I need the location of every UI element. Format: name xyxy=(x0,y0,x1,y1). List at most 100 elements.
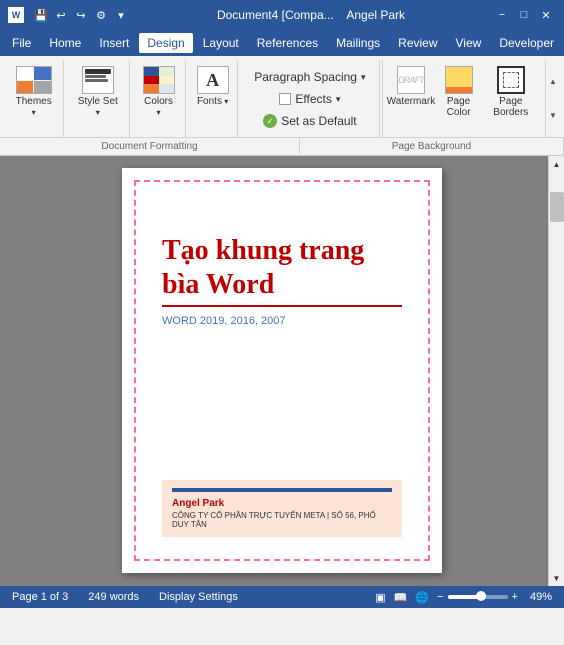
title-bar: W 💾 ↩ ↪ ⚙ ▾ Document4 [Compa... Angel Pa… xyxy=(0,0,564,30)
ss-line2 xyxy=(85,75,106,78)
fonts-button[interactable]: A Fonts xyxy=(193,62,233,109)
colors-icon-container xyxy=(143,64,175,96)
zoom-out-button[interactable]: − xyxy=(437,591,443,603)
page-indicator[interactable]: Page 1 of 3 xyxy=(8,590,72,604)
paragraph-spacing-label: Paragraph Spacing xyxy=(254,70,357,84)
menu-layout[interactable]: Layout xyxy=(195,33,247,53)
fonts-label: Fonts xyxy=(197,96,228,107)
scrollbar-thumb[interactable] xyxy=(550,192,564,222)
paragraph-spacing-arrow: ▾ xyxy=(361,72,366,83)
group-labels: Document Formatting Page Background xyxy=(0,137,564,155)
scrollbar-track[interactable] xyxy=(549,172,564,570)
menu-design[interactable]: Design xyxy=(139,33,192,53)
display-settings-button[interactable]: Display Settings xyxy=(155,590,242,604)
styleset-button[interactable]: Style Set xyxy=(72,62,123,120)
window-title: Document4 [Compa... Angel Park xyxy=(130,8,492,22)
menu-insert[interactable]: Insert xyxy=(91,33,137,53)
pb-inner xyxy=(503,72,519,88)
document-area: Tạo khung trang bìa Word WORD 2019, 2016… xyxy=(0,156,564,586)
page-color-icon-container xyxy=(443,64,475,96)
vertical-scrollbar[interactable]: ▲ ▼ xyxy=(548,156,564,586)
paragraph-spacing-button[interactable]: Paragraph Spacing ▾ xyxy=(250,66,369,88)
layout-normal-icon[interactable]: ▣ xyxy=(375,591,385,604)
status-right: ▣ 📖 🌐 − + 49% xyxy=(375,590,556,604)
menu-references[interactable]: References xyxy=(249,33,326,53)
colors-c6 xyxy=(159,84,174,93)
checkmark-icon: ✓ xyxy=(263,114,277,128)
themes-q2 xyxy=(34,67,51,80)
customize-button[interactable]: ⚙ xyxy=(92,6,110,24)
restore-button[interactable]: □ xyxy=(514,5,534,25)
colors-button[interactable]: Colors xyxy=(138,62,179,120)
ss-line3 xyxy=(85,79,108,82)
page-borders-label: Page Borders xyxy=(489,96,533,118)
scroll-down-button[interactable]: ▼ xyxy=(549,570,564,586)
zoom-track[interactable] xyxy=(448,595,508,599)
page-borders-button[interactable]: Page Borders xyxy=(485,62,537,120)
page-footer-section: Angel Park CÔNG TY CỔ PHẦN TRỰC TUYẾN ME… xyxy=(162,480,402,537)
menu-developer[interactable]: Developer xyxy=(491,33,562,53)
page-background-group: DRAFT Watermark Page Color xyxy=(382,60,543,137)
document-subtitle: WORD 2019, 2016, 2007 xyxy=(162,315,402,327)
minimize-button[interactable]: − xyxy=(492,5,512,25)
colors-c4 xyxy=(159,76,174,85)
zoom-in-button[interactable]: + xyxy=(512,591,518,603)
watermark-icon: DRAFT xyxy=(397,66,425,94)
layout-web-icon[interactable]: 🌐 xyxy=(415,591,429,604)
doc-formatting-label: Document Formatting xyxy=(0,138,300,155)
page-bg-label-bar: Page Background xyxy=(300,138,564,155)
themes-button[interactable]: Themes xyxy=(10,62,58,120)
word-count[interactable]: 249 words xyxy=(84,590,143,604)
redo-button[interactable]: ↪ xyxy=(72,6,90,24)
menu-mailings[interactable]: Mailings xyxy=(328,33,388,53)
themes-group: Themes xyxy=(4,60,64,137)
zoom-thumb[interactable] xyxy=(476,591,486,601)
menu-bar: File Home Insert Design Layout Reference… xyxy=(0,30,564,56)
layout-read-icon[interactable]: 📖 xyxy=(394,591,408,604)
menu-review[interactable]: Review xyxy=(390,33,445,53)
ribbon-scroll-up[interactable]: ▲ xyxy=(549,77,557,86)
colors-group: Colors xyxy=(132,60,186,137)
page-content: Tạo khung trang bìa Word WORD 2019, 2016… xyxy=(138,184,426,557)
set-as-default-button[interactable]: ✓ Set as Default xyxy=(259,110,360,132)
colors-row1 xyxy=(144,67,174,76)
fonts-group: A Fonts xyxy=(188,60,239,137)
colors-row2 xyxy=(144,76,174,85)
effects-label: Effects xyxy=(295,92,331,106)
ribbon-scroll-down[interactable]: ▼ xyxy=(549,111,557,120)
menu-file[interactable]: File xyxy=(4,33,39,53)
watermark-button[interactable]: DRAFT Watermark xyxy=(389,62,432,109)
save-button[interactable]: 💾 xyxy=(32,6,50,24)
zoom-level[interactable]: 49% xyxy=(526,590,556,604)
effects-arrow: ▾ xyxy=(336,94,341,105)
footer-company: CÔNG TY CỔ PHẦN TRỰC TUYẾN META | SỐ 56,… xyxy=(172,511,392,529)
colors-label: Colors xyxy=(142,96,175,118)
page-borders-icon-container xyxy=(495,64,527,96)
close-button[interactable]: ✕ xyxy=(536,5,556,25)
colors-c2 xyxy=(159,67,174,76)
menu-view[interactable]: View xyxy=(448,33,490,53)
page-color-button[interactable]: Page Color xyxy=(436,62,480,120)
fonts-icon: A xyxy=(197,66,229,94)
fonts-icon-container: A xyxy=(197,64,229,96)
zoom-slider[interactable]: − + xyxy=(437,591,518,603)
colors-group-items: Colors xyxy=(138,62,179,135)
styleset-icon-container xyxy=(82,64,114,96)
styleset-icon xyxy=(82,66,114,94)
undo-button[interactable]: ↩ xyxy=(52,6,70,24)
title-bar-left: W 💾 ↩ ↪ ⚙ ▾ xyxy=(8,6,130,24)
menu-home[interactable]: Home xyxy=(41,33,89,53)
effects-button[interactable]: Effects ▾ xyxy=(275,88,344,110)
footer-name: Angel Park xyxy=(172,498,392,509)
colors-c3 xyxy=(144,76,159,85)
colors-row3 xyxy=(144,84,174,93)
themes-q1 xyxy=(17,67,34,80)
watermark-icon-container: DRAFT xyxy=(395,64,427,96)
page-borders-icon xyxy=(497,66,525,94)
styleset-label: Style Set xyxy=(76,96,119,118)
ribbon-scroll[interactable]: ▲ ▼ xyxy=(545,60,560,137)
status-left: Page 1 of 3 249 words Display Settings xyxy=(8,590,242,604)
scroll-up-button[interactable]: ▲ xyxy=(549,156,564,172)
ribbon: Themes Style Set xyxy=(0,56,564,156)
dropdown-arrow[interactable]: ▾ xyxy=(112,6,130,24)
